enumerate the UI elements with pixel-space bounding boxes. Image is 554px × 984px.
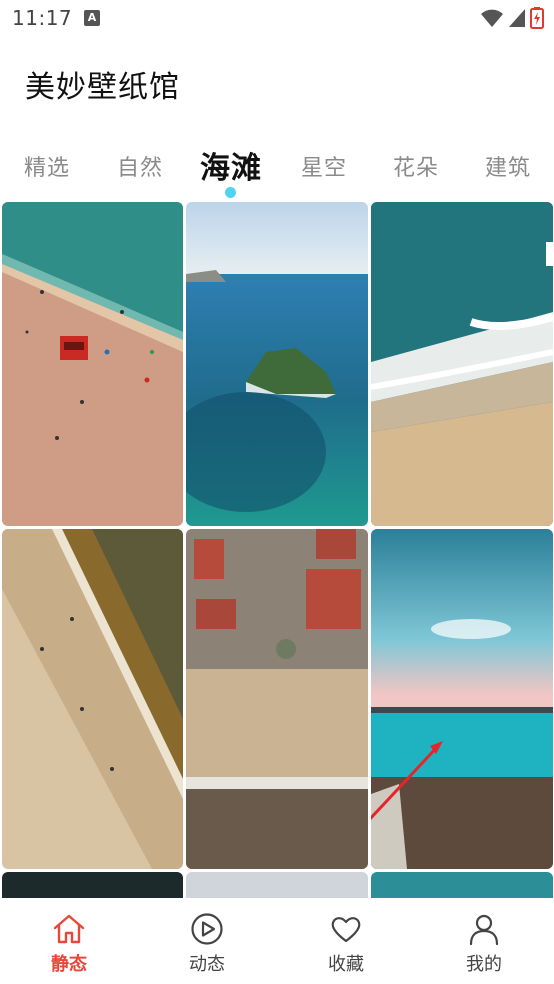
user-icon	[469, 914, 499, 946]
heart-icon	[331, 917, 361, 943]
tab-featured[interactable]: 精选	[24, 150, 70, 182]
status-bar: 11:17 A	[0, 0, 554, 38]
tab-architecture[interactable]: 建筑	[485, 150, 531, 182]
tab-starry-sky[interactable]: 星空	[301, 150, 347, 182]
wallpaper-thumbnail[interactable]	[2, 202, 183, 526]
category-tabs: 精选 自然 海滩 星空 花朵 建筑	[0, 140, 554, 200]
nav-profile-label: 我的	[466, 954, 502, 975]
wallpaper-thumbnail[interactable]	[186, 529, 368, 869]
bottom-navigation: 静态 动态 收藏 我的	[0, 898, 554, 984]
play-circle-icon	[191, 913, 223, 945]
home-icon	[53, 914, 85, 944]
wallpaper-thumbnail[interactable]	[186, 202, 368, 526]
wallpaper-thumbnail[interactable]	[371, 872, 553, 898]
nav-dynamic[interactable]: 动态	[162, 912, 252, 980]
battery-charging-icon	[530, 7, 544, 29]
nav-dynamic-label: 动态	[189, 954, 225, 975]
wallpaper-thumbnail[interactable]	[186, 872, 368, 898]
wallpaper-grid	[0, 200, 554, 898]
nav-favorites-label: 收藏	[328, 954, 364, 975]
nav-favorites[interactable]: 收藏	[301, 912, 391, 980]
nav-static-label: 静态	[51, 954, 87, 975]
app-title: 美妙壁纸馆	[25, 70, 180, 105]
wallpaper-thumbnail[interactable]	[2, 872, 183, 898]
cellular-signal-icon	[509, 9, 525, 27]
scroll-marker	[546, 242, 554, 266]
a-letter-icon: A	[84, 10, 100, 26]
status-icons	[480, 7, 544, 29]
tab-beach[interactable]: 海滩	[200, 143, 262, 187]
status-time: 11:17	[12, 6, 73, 30]
nav-static[interactable]: 静态	[24, 912, 114, 980]
wallpaper-thumbnail[interactable]	[2, 529, 183, 869]
nav-profile[interactable]: 我的	[439, 912, 529, 980]
wallpaper-thumbnail[interactable]	[371, 202, 553, 526]
wallpaper-thumbnail[interactable]	[371, 529, 553, 869]
tab-flowers[interactable]: 花朵	[393, 150, 439, 182]
tab-active-indicator	[225, 187, 236, 198]
tab-nature[interactable]: 自然	[117, 150, 163, 182]
wifi-icon	[481, 9, 503, 27]
